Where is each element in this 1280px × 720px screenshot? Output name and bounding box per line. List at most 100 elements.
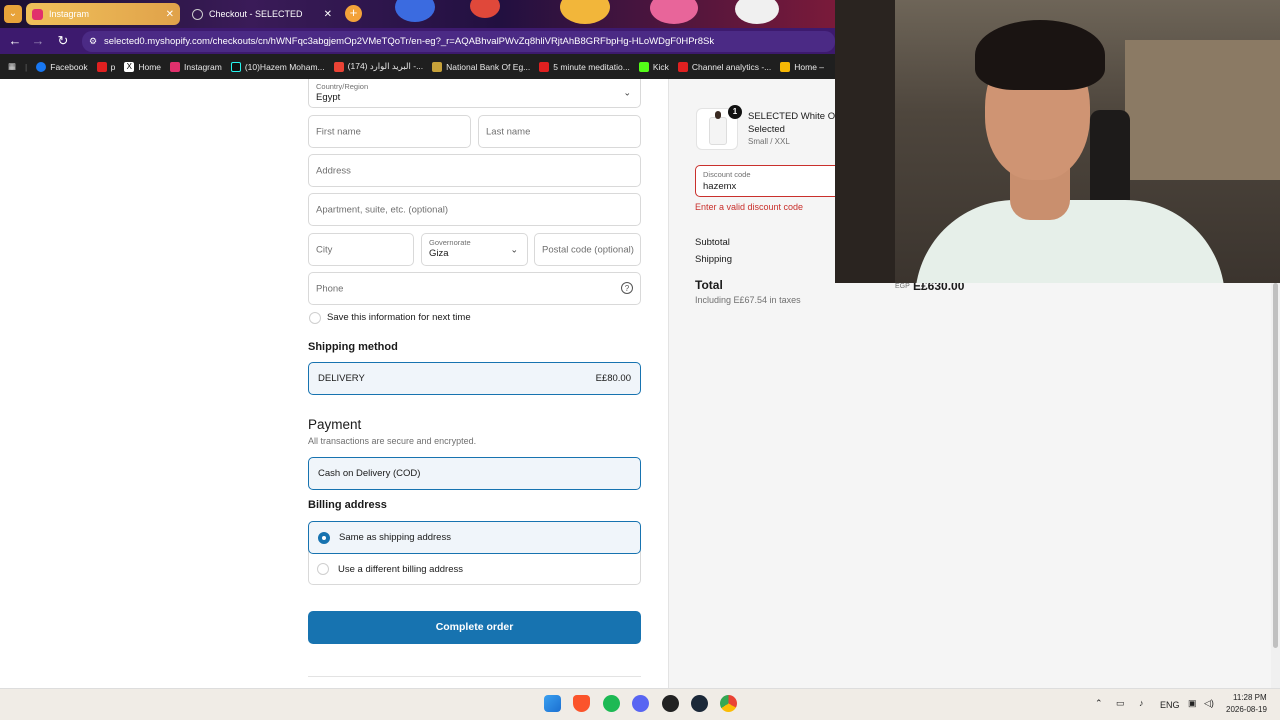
youtube-icon bbox=[539, 61, 550, 72]
background-art bbox=[735, 0, 779, 24]
first-name-field[interactable]: First name bbox=[308, 115, 471, 148]
bookmark-meditation[interactable]: 5 minute meditatio... bbox=[539, 61, 630, 72]
bookmark-x-home[interactable]: X Home bbox=[124, 61, 161, 72]
postal-code-field[interactable]: Postal code (optional) bbox=[534, 233, 641, 266]
taxes-note: Including E£67.54 in taxes bbox=[695, 295, 801, 305]
background-art bbox=[470, 0, 500, 18]
address-field[interactable]: Address bbox=[308, 154, 641, 187]
apartment-field[interactable]: Apartment, suite, etc. (optional) bbox=[308, 193, 641, 226]
discount-error: Enter a valid discount code bbox=[695, 202, 804, 212]
chevron-up-icon[interactable]: ⌃ bbox=[1095, 698, 1103, 709]
bookmark-tiktok[interactable]: (10)Hazem Moham... bbox=[230, 61, 325, 72]
display-icon[interactable]: ▣ bbox=[1188, 698, 1197, 709]
reload-icon[interactable]: ↻ bbox=[55, 33, 71, 49]
shipping-method-name: DELIVERY bbox=[318, 373, 365, 384]
spotify-icon[interactable] bbox=[603, 695, 620, 712]
bank-icon bbox=[432, 61, 443, 72]
save-info-checkbox[interactable] bbox=[309, 312, 321, 324]
webcam-overlay bbox=[835, 0, 1280, 283]
payment-option-cod[interactable]: Cash on Delivery (COD) bbox=[308, 457, 641, 490]
bookmark-home[interactable]: Home – bbox=[780, 61, 824, 72]
bookmark-p[interactable]: p bbox=[96, 61, 115, 72]
shipping-option-delivery[interactable]: DELIVERY E£80.00 bbox=[308, 362, 641, 395]
chrome-icon[interactable] bbox=[720, 695, 737, 712]
country-label: Country/Region bbox=[316, 82, 369, 91]
network-icon[interactable]: ▭ bbox=[1116, 698, 1125, 709]
billing-option-same[interactable]: Same as shipping address bbox=[308, 521, 641, 554]
background-art bbox=[395, 0, 435, 22]
billing-option-different[interactable]: Use a different billing address bbox=[317, 563, 463, 575]
steam-icon[interactable] bbox=[691, 695, 708, 712]
radio-selected[interactable] bbox=[318, 531, 330, 544]
address-bar[interactable]: ⚙ selected0.myshopify.com/checkouts/cn/h… bbox=[82, 31, 835, 52]
governorate-select[interactable]: Governorate Giza ⌄ bbox=[421, 233, 528, 266]
billing-option-label: Use a different billing address bbox=[338, 563, 463, 575]
youtube-icon bbox=[677, 61, 688, 72]
tab-instagram[interactable]: Instagram ✕ bbox=[26, 3, 180, 25]
bookmark-gmail[interactable]: (174) البريد الوارد -... bbox=[333, 61, 423, 72]
facebook-icon bbox=[36, 61, 47, 72]
person-shoulders bbox=[915, 200, 1225, 283]
bookmark-channel-analytics[interactable]: Channel analytics -... bbox=[677, 61, 771, 72]
clock-date[interactable]: 2026-08-19 bbox=[1226, 705, 1267, 714]
radio-unselected[interactable] bbox=[317, 563, 329, 575]
language-indicator[interactable]: ENG bbox=[1160, 700, 1180, 710]
apps-icon[interactable]: ▦ bbox=[8, 61, 16, 72]
payment-subtitle: All transactions are secure and encrypte… bbox=[308, 436, 477, 446]
obs-icon[interactable] bbox=[662, 695, 679, 712]
bookmark-instagram[interactable]: Instagram bbox=[170, 61, 222, 72]
shipping-price: E£80.00 bbox=[595, 373, 631, 384]
clock-time[interactable]: 11:28 PM bbox=[1233, 693, 1267, 702]
last-name-field[interactable]: Last name bbox=[478, 115, 641, 148]
bookmark-nbe[interactable]: National Bank Of Eg... bbox=[432, 61, 530, 72]
chevron-down-icon: ⌄ bbox=[623, 87, 631, 98]
background-art bbox=[650, 0, 698, 24]
globe-icon bbox=[192, 8, 203, 20]
close-icon[interactable]: ✕ bbox=[324, 9, 332, 20]
forward-icon[interactable]: → bbox=[30, 33, 46, 48]
phone-field[interactable]: Phone ? bbox=[308, 272, 641, 305]
billing-option-label: Same as shipping address bbox=[339, 532, 451, 543]
drive-icon bbox=[780, 61, 791, 72]
shipping-method-title: Shipping method bbox=[308, 341, 398, 353]
save-info-label: Save this information for next time bbox=[327, 312, 471, 323]
discord-icon[interactable] bbox=[632, 695, 649, 712]
bookmarks-bar: ▦ | Facebook p X Home Instagram (10)Hazem… bbox=[0, 54, 835, 79]
country-value: Egypt bbox=[316, 92, 341, 103]
bookmark-kick[interactable]: Kick bbox=[638, 61, 669, 72]
back-icon[interactable]: ← bbox=[7, 33, 23, 48]
model-head bbox=[715, 111, 721, 119]
country-select[interactable]: Country/Region Egypt ⌄ bbox=[308, 79, 641, 108]
microphone-icon[interactable]: ♪ bbox=[1139, 698, 1144, 708]
tab-menu-button[interactable]: ⌄ bbox=[4, 5, 22, 23]
discount-label: Discount code bbox=[703, 170, 751, 179]
footer-divider bbox=[308, 676, 641, 677]
tiktok-icon bbox=[230, 61, 241, 72]
product-name-line2: Selected bbox=[748, 124, 785, 135]
instagram-icon bbox=[170, 61, 181, 72]
payment-method-name: Cash on Delivery (COD) bbox=[318, 468, 421, 479]
complete-order-button[interactable]: Complete order bbox=[308, 611, 641, 644]
total-label: Total bbox=[695, 278, 723, 292]
person-hair bbox=[975, 20, 1105, 90]
tab-checkout[interactable]: Checkout - SELECTED ✕ bbox=[186, 3, 338, 25]
bookmark-facebook[interactable]: Facebook bbox=[36, 61, 88, 72]
instagram-icon bbox=[32, 8, 43, 20]
chevron-down-icon: ⌄ bbox=[510, 244, 518, 254]
governorate-label: Governorate bbox=[429, 238, 471, 247]
site-settings-icon[interactable]: ⚙ bbox=[89, 36, 97, 47]
help-icon[interactable]: ? bbox=[621, 282, 633, 294]
currency-code: EGP bbox=[895, 283, 910, 290]
background-art bbox=[560, 0, 610, 24]
brave-icon[interactable] bbox=[573, 695, 590, 712]
x-icon: X bbox=[124, 61, 135, 72]
door-frame bbox=[835, 0, 895, 283]
volume-icon[interactable]: ◁) bbox=[1204, 698, 1214, 709]
windows-start-icon[interactable] bbox=[544, 695, 561, 712]
close-icon[interactable]: ✕ bbox=[166, 9, 174, 20]
product-name: SELECTED White Ove bbox=[748, 111, 846, 122]
discount-code-field[interactable]: Discount code hazemx bbox=[695, 165, 845, 197]
new-tab-button[interactable]: + bbox=[345, 5, 362, 22]
scrollbar-thumb[interactable] bbox=[1273, 283, 1278, 648]
city-field[interactable]: City bbox=[308, 233, 414, 266]
